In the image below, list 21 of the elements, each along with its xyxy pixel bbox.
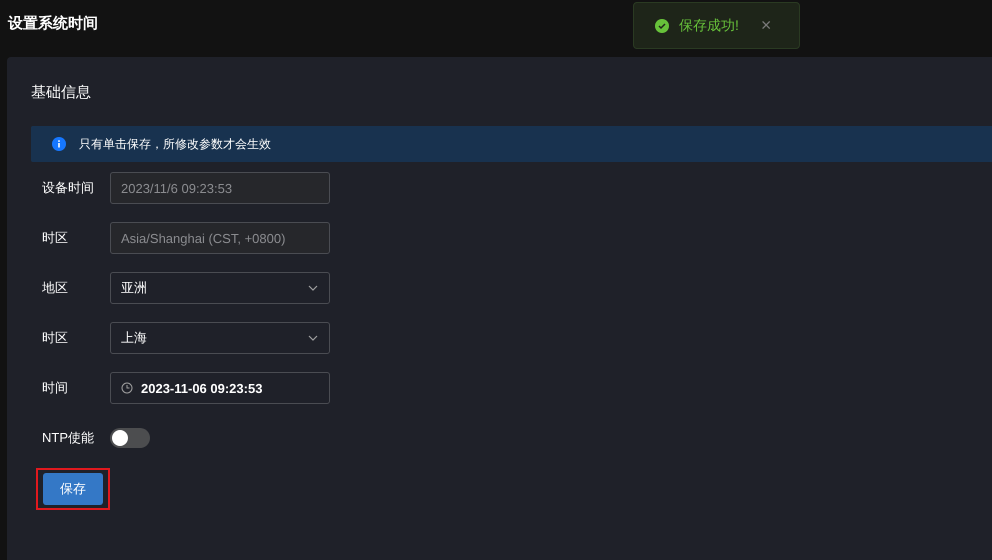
toast-message: 保存成功!	[679, 16, 739, 34]
info-icon	[52, 137, 66, 151]
time-field[interactable]: 2023-11-06 09:23:53	[110, 372, 330, 404]
page-title: 设置系统时间	[8, 14, 98, 33]
field-label: 设备时间	[42, 179, 95, 197]
alert-text: 只有单击保存，所修改参数才会生效	[79, 136, 271, 152]
check-circle-icon	[655, 18, 669, 32]
select-field[interactable]: 亚洲	[110, 272, 330, 304]
close-button[interactable]: ×	[760, 15, 772, 36]
field-label: 时间	[42, 379, 69, 397]
toggle-switch[interactable]	[110, 428, 150, 448]
save-button[interactable]: 保存	[43, 473, 103, 505]
input-field[interactable]: Asia/Shanghai (CST, +0800)	[110, 222, 330, 254]
field-label: 时区	[42, 229, 69, 247]
select-field[interactable]: 上海	[110, 322, 330, 354]
field-label: 地区	[42, 279, 69, 297]
section-title: 基础信息	[31, 83, 91, 102]
field-label: NTP使能	[42, 429, 95, 447]
clock-icon	[121, 382, 133, 394]
field-label: 时区	[42, 329, 69, 347]
input-field[interactable]: 2023/11/6 09:23:53	[110, 172, 330, 204]
